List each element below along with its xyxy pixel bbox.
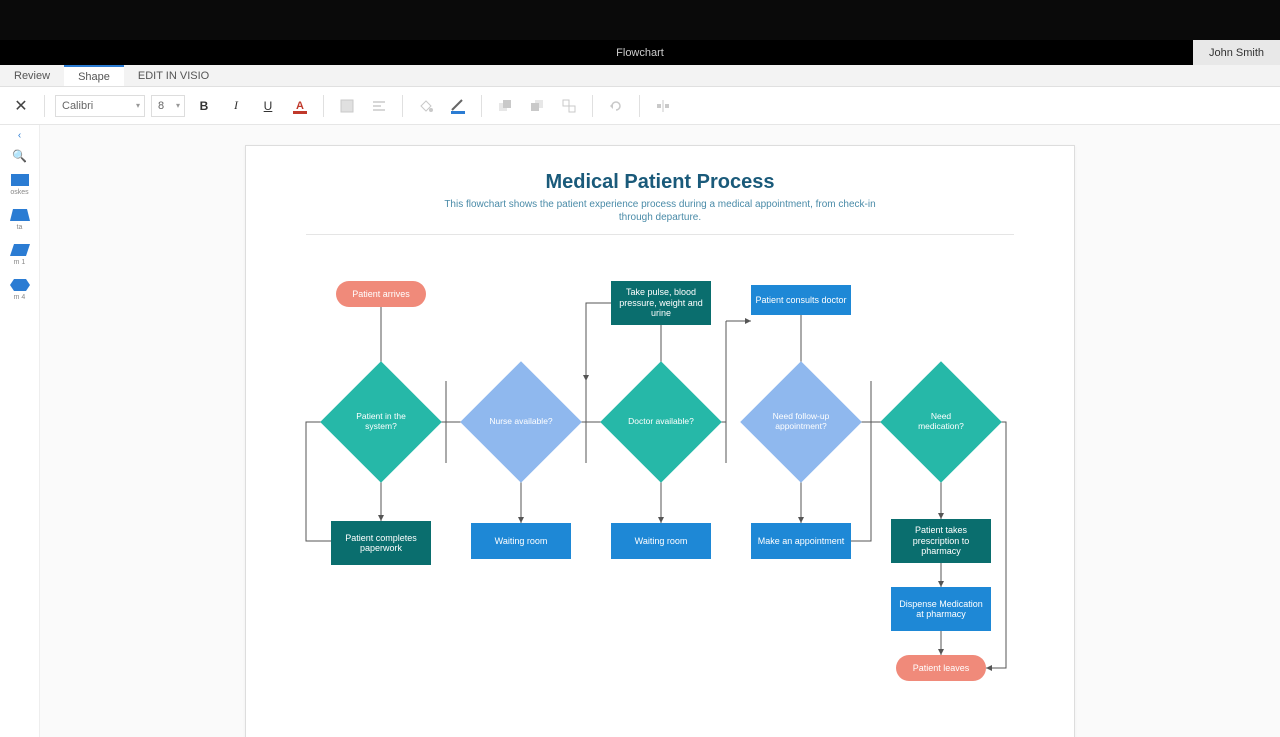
search-icon[interactable]: 🔍 [0, 145, 39, 167]
line-color-icon[interactable] [445, 93, 471, 119]
font-size-select[interactable]: 8 [151, 95, 185, 117]
shape-stencil-hex[interactable]: m 4 [0, 272, 39, 307]
node-paperwork[interactable]: Patient completes paperwork [331, 521, 431, 565]
node-decision-nurse[interactable]: Nurse available? [478, 379, 564, 465]
toolbar: ✕ Calibri 8 B I U A [0, 87, 1280, 125]
send-back-icon[interactable] [524, 93, 550, 119]
separator [402, 95, 403, 117]
bold-icon[interactable]: B [191, 93, 217, 119]
user-name: John Smith [1209, 47, 1264, 59]
user-chip[interactable]: John Smith [1193, 40, 1280, 65]
node-prescription[interactable]: Patient takes prescription to pharmacy [891, 519, 991, 563]
node-take-pulse[interactable]: Take pulse, blood pressure, weight and u… [611, 281, 711, 325]
rotate-icon[interactable] [603, 93, 629, 119]
shape-stencil-para[interactable]: m 1 [0, 237, 39, 272]
node-waiting-1[interactable]: Waiting room [471, 523, 571, 559]
page: Medical Patient Process This flowchart s… [245, 145, 1075, 737]
chart-subtitle: This flowchart shows the patient experie… [440, 198, 880, 224]
collapse-panel-icon[interactable]: ‹ [0, 125, 39, 145]
shape-stencil-trap[interactable]: ta [0, 202, 39, 237]
underline-icon[interactable]: U [255, 93, 281, 119]
separator [481, 95, 482, 117]
ribbon-tabs: Review Shape EDIT IN VISIO [0, 65, 1280, 87]
node-decision-doctor[interactable]: Doctor available? [618, 379, 704, 465]
font-select[interactable]: Calibri [55, 95, 145, 117]
separator [639, 95, 640, 117]
svg-text:A: A [296, 100, 304, 112]
node-decision-medication[interactable]: Need medication? [898, 379, 984, 465]
shapes-panel: ‹ 🔍 oskes ta m 1 m 4 [0, 125, 40, 737]
canvas[interactable]: Medical Patient Process This flowchart s… [40, 125, 1280, 737]
app-frame: Flowchart John Smith Review Shape EDIT I… [0, 40, 1280, 737]
node-appointment[interactable]: Make an appointment [751, 523, 851, 559]
close-icon[interactable]: ✕ [8, 93, 34, 119]
tab-review[interactable]: Review [0, 65, 64, 86]
node-waiting-2[interactable]: Waiting room [611, 523, 711, 559]
node-start[interactable]: Patient arrives [336, 281, 426, 307]
shape-stencil-rect[interactable]: oskes [0, 167, 39, 202]
group-icon[interactable] [556, 93, 582, 119]
paint-bucket-icon[interactable] [413, 93, 439, 119]
titlebar: Flowchart [0, 40, 1280, 65]
node-dispense[interactable]: Dispense Medication at pharmacy [891, 587, 991, 631]
node-end[interactable]: Patient leaves [896, 655, 986, 681]
align-icon[interactable] [366, 93, 392, 119]
node-consult[interactable]: Patient consults doctor [751, 285, 851, 315]
node-decision-followup[interactable]: Need follow-up appointment? [758, 379, 844, 465]
divider [306, 234, 1014, 235]
font-color-icon[interactable]: A [287, 93, 313, 119]
arrange-icon[interactable] [650, 93, 676, 119]
flowchart-diagram: Patient arrives Patient in the system? P… [246, 251, 1074, 737]
separator [323, 95, 324, 117]
separator [592, 95, 593, 117]
tab-shape[interactable]: Shape [64, 65, 124, 86]
chart-title: Medical Patient Process [246, 171, 1074, 194]
bring-front-icon[interactable] [492, 93, 518, 119]
fill-icon[interactable] [334, 93, 360, 119]
separator [44, 95, 45, 117]
node-decision-system[interactable]: Patient in the system? [338, 379, 424, 465]
italic-icon[interactable]: I [223, 93, 249, 119]
document-title: Flowchart [616, 47, 664, 59]
tab-edit-visio[interactable]: EDIT IN VISIO [124, 65, 223, 86]
